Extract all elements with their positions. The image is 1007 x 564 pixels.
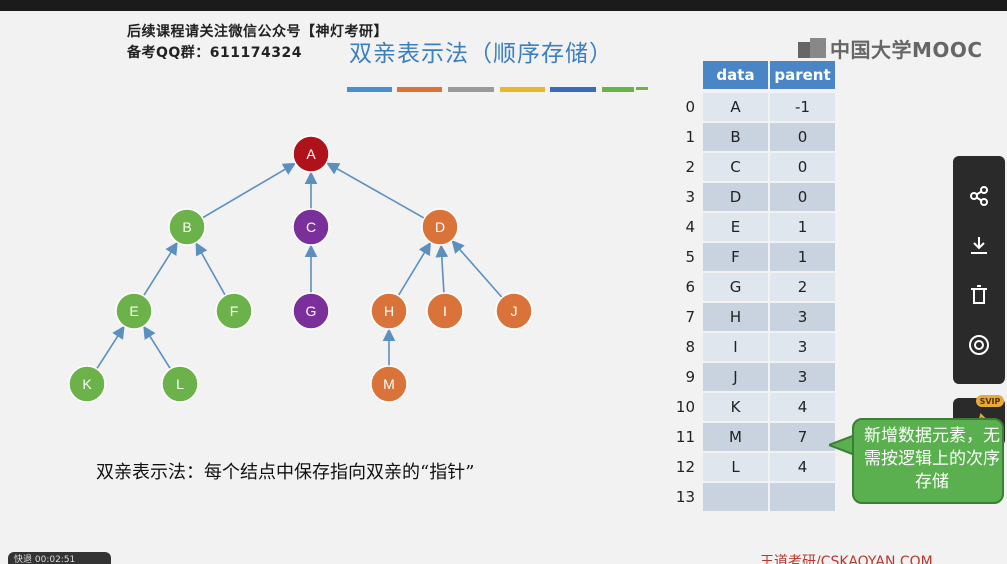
table-row-index: 7: [685, 308, 695, 326]
mooc-logo-icon: [798, 38, 826, 58]
tree-node-A: A: [292, 135, 330, 173]
tree-node-M: M: [370, 365, 408, 403]
node-label: C: [306, 219, 316, 235]
node-label: H: [384, 303, 394, 319]
node-label: J: [511, 303, 518, 319]
table-cell-data: F: [703, 243, 768, 271]
download-icon[interactable]: [967, 233, 991, 257]
mooc-logo: 中国大学MOOC: [830, 38, 983, 62]
callout-text: 新增数据元素，无需按逻辑上的次序存储: [864, 426, 1000, 492]
table-cell-data: D: [703, 183, 768, 211]
title-underline-green-small: [636, 87, 648, 90]
tree-node-B: B: [168, 208, 206, 246]
node-label: B: [182, 219, 191, 235]
table-row-index: 8: [685, 338, 695, 356]
table-cell-parent: 3: [770, 363, 835, 391]
table-cell-data: A: [703, 93, 768, 121]
table-cell-parent: 2: [770, 273, 835, 301]
table-row-index: 2: [685, 158, 695, 176]
table-row-index: 3: [685, 188, 695, 206]
table-cell-data: M: [703, 423, 768, 451]
edge-B-A: [202, 162, 297, 219]
node-label: E: [129, 303, 138, 319]
table-cell-parent: 1: [770, 243, 835, 271]
edge-E-B: [142, 241, 178, 297]
tree-node-D: D: [421, 208, 459, 246]
table-cell-parent: 0: [770, 183, 835, 211]
tree-node-G: G: [292, 292, 330, 330]
table-row-index: 0: [685, 98, 695, 116]
table-cell-data: E: [703, 213, 768, 241]
table-row-index: 10: [675, 398, 695, 416]
tree-node-F: F: [215, 292, 253, 330]
node-label: A: [306, 146, 316, 162]
edge-K-E: [96, 325, 125, 370]
share-icon[interactable]: [967, 184, 991, 208]
side-toolbar: [953, 156, 1005, 384]
playback-pill[interactable]: 快退 00:02:51: [8, 552, 111, 564]
node-label: F: [230, 303, 239, 319]
table-cell-parent: 1: [770, 213, 835, 241]
table-row-index: 1: [685, 128, 695, 146]
table-cell-parent: 4: [770, 453, 835, 481]
edge-D-A: [326, 162, 425, 219]
table-cell-parent: 7: [770, 423, 835, 451]
title-underline-green: [602, 87, 634, 92]
table-cell-parent: 0: [770, 123, 835, 151]
table-header-data: data: [703, 61, 768, 89]
footer-brand: 王道考研/CSKAOYAN.COM: [760, 554, 933, 564]
table-cell-parent: [770, 483, 835, 511]
node-label: D: [435, 219, 445, 235]
node-label: I: [443, 303, 447, 319]
node-label: G: [306, 303, 317, 319]
table-cell-parent: 0: [770, 153, 835, 181]
table-cell-data: K: [703, 393, 768, 421]
edge-F-B: [195, 242, 226, 296]
table-header-parent: parent: [770, 61, 835, 89]
tree-node-J: J: [495, 292, 533, 330]
tree-node-E: E: [115, 292, 153, 330]
tree-node-I: I: [426, 292, 464, 330]
table-cell-parent: 3: [770, 303, 835, 331]
tree-node-K: K: [68, 365, 106, 403]
preview-icon[interactable]: [967, 333, 991, 357]
table-cell-data: G: [703, 273, 768, 301]
tree-node-H: H: [370, 292, 408, 330]
edge-H-D: [397, 241, 431, 297]
table-cell-data: B: [703, 123, 768, 151]
node-label: K: [82, 376, 92, 392]
node-label: L: [176, 376, 184, 392]
svip-badge: SVIP: [976, 395, 1004, 407]
table-row-index: 13: [675, 488, 695, 506]
table-row-index: 9: [685, 368, 695, 386]
table-row-index: 4: [685, 218, 695, 236]
table-row-index: 11: [675, 428, 695, 446]
table-cell-data: I: [703, 333, 768, 361]
edge-I-D: [435, 244, 449, 294]
table-cell-parent: 3: [770, 333, 835, 361]
table-row-index: 5: [685, 248, 695, 266]
caption: 双亲表示法：每个结点中保存指向双亲的“指针”: [96, 462, 475, 483]
table-cell-parent: 4: [770, 393, 835, 421]
table-row-index: 6: [685, 278, 695, 296]
table-cell-data: H: [703, 303, 768, 331]
node-label: M: [383, 376, 395, 392]
table-cell-data: C: [703, 153, 768, 181]
table-row-index: 12: [675, 458, 695, 476]
table-cell-data: L: [703, 453, 768, 481]
tree-node-L: L: [161, 365, 199, 403]
table-cell-data: J: [703, 363, 768, 391]
edge-J-D: [451, 240, 503, 299]
table-cell-data: [703, 483, 768, 511]
delete-icon[interactable]: [967, 283, 991, 307]
tree-diagram: A B C D E F G H I J K L M: [68, 135, 533, 403]
table-cell-parent: -1: [770, 93, 835, 121]
edge-L-E: [143, 325, 172, 370]
tree-node-C: C: [292, 208, 330, 246]
